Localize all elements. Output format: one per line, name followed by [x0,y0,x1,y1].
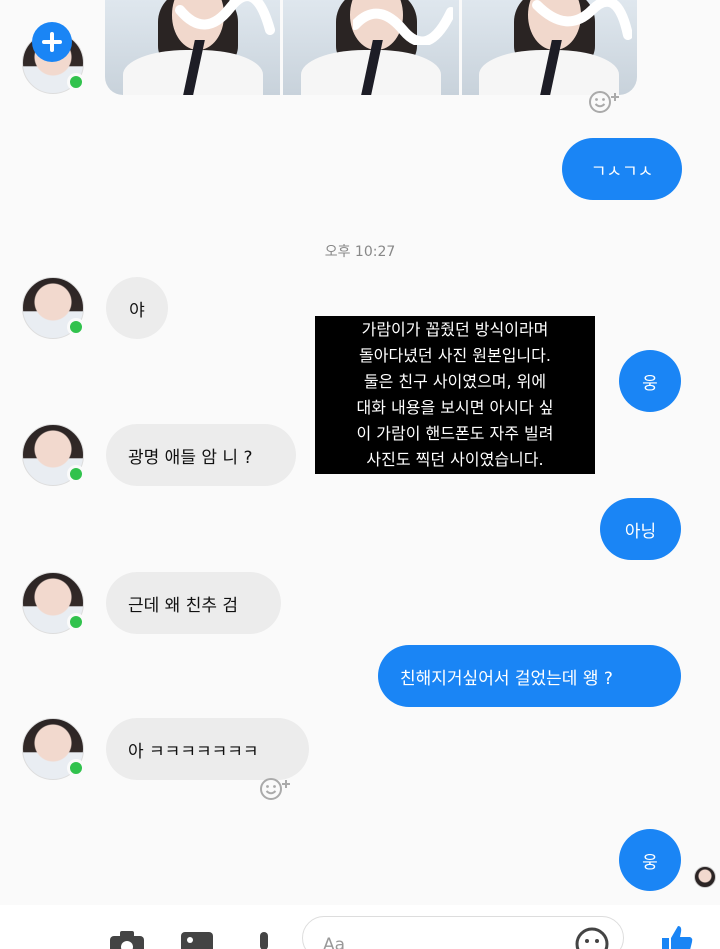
shared-photos[interactable] [105,0,637,95]
message-text: 야 [129,300,145,321]
image-icon[interactable] [180,928,214,949]
online-status-dot [67,318,85,336]
contact-avatar[interactable] [22,277,85,339]
smiley-icon[interactable] [575,927,609,949]
caption-line: 이 가람이 핸드폰도 자주 빌려 [356,424,554,443]
message-outgoing[interactable]: 웅 [619,829,681,891]
caption-line: 돌아다녔던 사진 원본입니다. [359,346,551,365]
message-incoming[interactable]: 야 [106,277,168,339]
message-text: 웅 [642,373,658,394]
online-status-dot [67,73,85,91]
caption-overlay: 가람이가 꼽줬던 방식이라며 돌아다녔던 사진 원본입니다. 둘은 친구 사이였… [315,316,595,474]
online-status-dot [67,759,85,777]
message-text: ㄱㅅㄱㅅ [590,161,654,182]
message-incoming[interactable]: 광명 애들 암 니 ? [106,424,296,486]
message-outgoing[interactable]: ㄱㅅㄱㅅ [562,138,682,200]
camera-icon[interactable] [108,928,146,949]
read-receipt-avatar [694,866,716,888]
emoji-add-icon[interactable] [587,88,623,116]
message-text: 광명 애들 암 니 ? [128,447,253,468]
message-incoming[interactable]: 아 ㅋㅋㅋㅋㅋㅋㅋ [106,718,309,780]
message-input[interactable]: Aa [302,916,624,949]
message-input-placeholder: Aa [323,935,346,949]
caption-line: 대화 내용을 보시면 아시다 싶 [356,398,554,417]
shared-photo-2[interactable] [283,0,459,95]
message-text: 근데 왜 친추 검 [128,595,239,616]
scribble-censor [175,0,276,35]
message-outgoing[interactable]: 웅 [619,350,681,412]
message-outgoing[interactable]: 아닝 [600,498,681,560]
contact-avatar[interactable] [22,424,85,486]
plus-icon[interactable] [32,22,72,62]
message-incoming[interactable]: 근데 왜 친추 검 [106,572,281,634]
scribble-censor [353,7,454,45]
shared-photo-3[interactable] [461,0,637,95]
microphone-icon[interactable] [253,928,275,949]
emoji-add-icon[interactable] [258,775,294,803]
caption-line: 가람이가 꼽줬던 방식이라며 [361,320,549,339]
message-outgoing[interactable]: 친해지거싶어서 걸었는데 왱 ? [378,645,681,707]
shared-photo-1[interactable] [105,0,281,95]
timestamp: 오후 10:27 [324,244,396,260]
contact-avatar[interactable] [22,572,85,634]
caption-line: 사진도 찍던 사이였습니다. [366,450,544,469]
online-status-dot [67,465,85,483]
message-text: 웅 [642,852,658,873]
contact-avatar[interactable] [22,718,85,780]
caption-line: 둘은 친구 사이였으며, 위에 [363,372,547,391]
message-text: 아 ㅋㅋㅋㅋㅋㅋㅋ [128,741,259,762]
message-text: 친해지거싶어서 걸었는데 왱 ? [400,668,613,689]
scribble-censor [531,0,632,40]
online-status-dot [67,613,85,631]
message-text: 아닝 [624,521,657,542]
thumbs-up-icon[interactable] [658,924,694,949]
